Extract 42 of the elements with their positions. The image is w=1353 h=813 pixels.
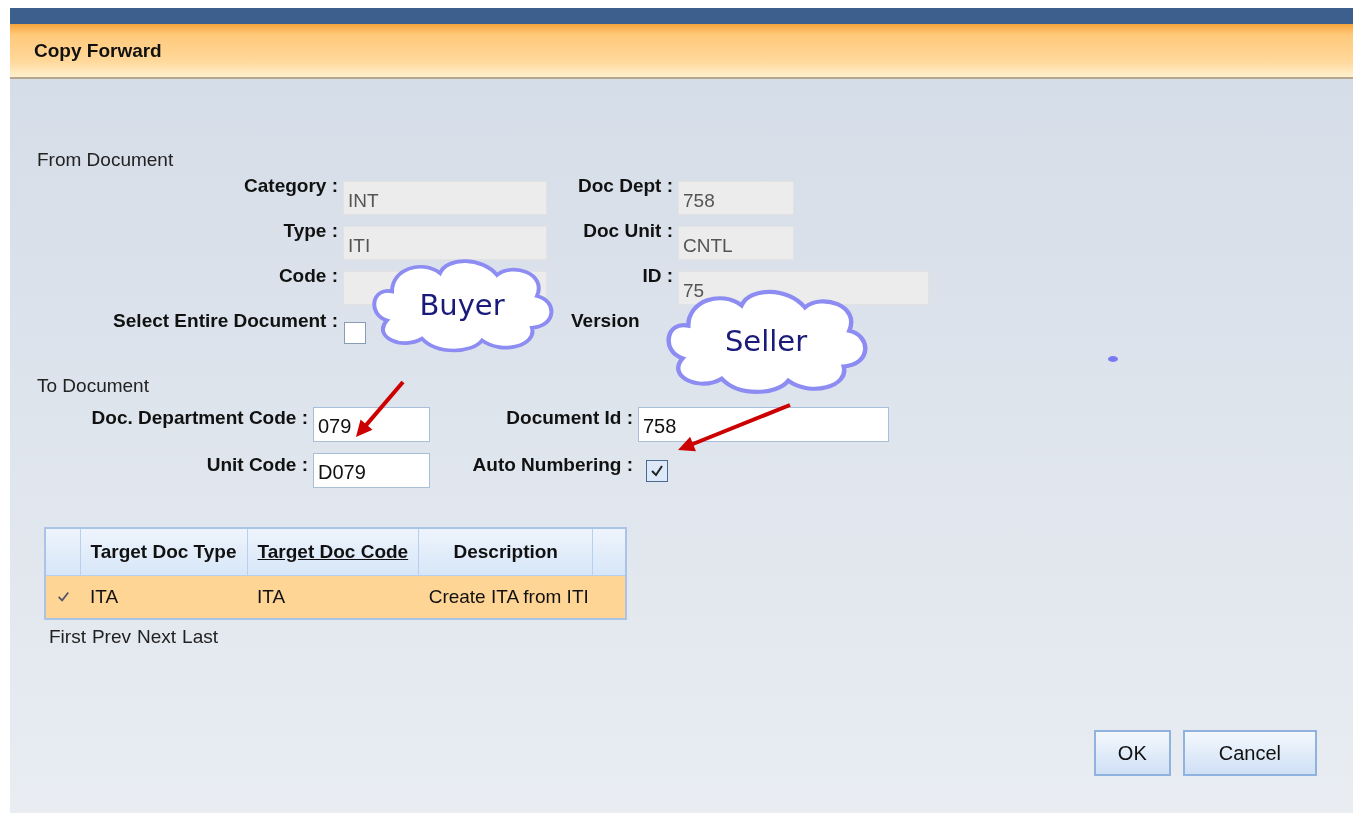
readonly-field: ITI	[343, 225, 547, 260]
input-field[interactable]: 079	[313, 407, 430, 442]
field-label: Version	[571, 310, 641, 332]
field-label: Doc Dept :	[577, 175, 674, 197]
readonly-field: CNTL	[678, 225, 794, 260]
field-label: Category :	[243, 175, 339, 197]
field-label: Doc Unit :	[582, 220, 674, 242]
checkbox[interactable]	[646, 459, 668, 482]
field-label: Unit Code :	[205, 453, 309, 476]
readonly-field: INT	[343, 180, 547, 215]
stray-dot	[1108, 356, 1118, 362]
section-heading: To Document	[37, 375, 150, 398]
input-field[interactable]: D079	[313, 453, 430, 488]
check-icon	[56, 589, 70, 603]
table-cell: ITA	[247, 575, 419, 619]
field-label: ID :	[641, 265, 674, 287]
input-field[interactable]: 758	[638, 407, 889, 442]
field-label: Auto Numbering :	[471, 453, 634, 476]
callout-text: Seller	[724, 324, 808, 358]
field-label: Type :	[282, 220, 339, 242]
column-header[interactable]: Description	[418, 528, 593, 576]
field-label: Code :	[277, 265, 339, 287]
pager-link[interactable]: Next	[137, 626, 177, 648]
table-cell: ITA	[80, 575, 248, 619]
table-cell: Create ITA from ITI	[418, 575, 593, 619]
pager-link[interactable]: Prev	[91, 626, 131, 648]
readonly-field: 758	[678, 180, 794, 215]
checkbox[interactable]	[344, 321, 366, 344]
column-header[interactable]: Target Doc Type	[80, 528, 248, 576]
pager-link[interactable]: Last	[182, 626, 218, 648]
field-label: Document Id :	[505, 406, 634, 429]
column-header[interactable]: Target Doc Code	[247, 528, 419, 576]
callout-text: Buyer	[419, 288, 505, 322]
field-label: Select Entire Document :	[112, 310, 339, 332]
pager-link[interactable]: First	[49, 626, 86, 648]
dialog-title: Copy Forward	[34, 39, 162, 62]
section-heading: From Document	[37, 149, 175, 172]
field-label: Doc. Department Code :	[90, 406, 309, 429]
dialog-button[interactable]: Cancel	[1182, 730, 1317, 776]
table-row[interactable]: ITA ITA Create ITA from ITI	[45, 575, 627, 619]
dialog-button[interactable]: OK	[1093, 730, 1171, 776]
arrow	[356, 380, 405, 437]
